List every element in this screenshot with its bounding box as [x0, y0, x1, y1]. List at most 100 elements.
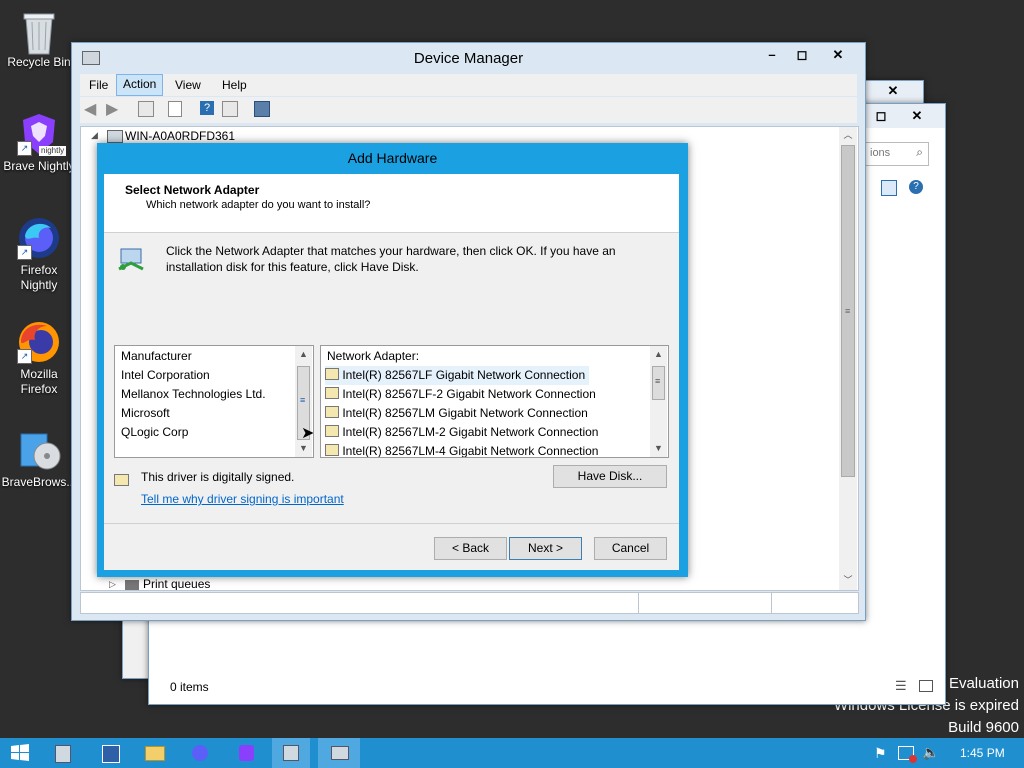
menu-bar: File Action View Help [80, 74, 857, 96]
scroll-down-icon[interactable]: ﹀ [839, 572, 857, 588]
status-bar [80, 592, 859, 614]
add-hardware-taskbar-icon[interactable] [272, 738, 310, 768]
scroll-up-icon[interactable]: ︿ [839, 127, 857, 143]
manufacturer-list[interactable]: Manufacturer Intel Corporation Mellanox … [114, 345, 314, 458]
tree-item-print-queues[interactable]: Print queues [143, 577, 210, 590]
close-icon[interactable]: ✕ [820, 45, 856, 67]
adapter-header: Network Adapter: [327, 349, 420, 363]
shortcut-arrow-icon: ↗ [17, 349, 32, 364]
desktop-icon-firefox-nightly[interactable]: ↗ Firefox Nightly [0, 216, 78, 293]
close-icon[interactable]: ✕ [877, 81, 909, 103]
list-item[interactable]: Intel(R) 82567LM Gigabit Network Connect… [325, 404, 588, 423]
add-hardware-dialog[interactable]: Add Hardware Select Network Adapter Whic… [97, 143, 688, 577]
adapter-scrollbar[interactable]: ▲ ≡ ▼ [650, 346, 667, 457]
close-icon[interactable]: ✕ [901, 106, 933, 128]
volume-muted-icon[interactable]: 🔈 [922, 744, 939, 761]
maximize-icon[interactable]: ◻ [865, 106, 897, 128]
driver-view-icon[interactable] [222, 101, 238, 117]
menu-file[interactable]: File [83, 75, 114, 95]
forward-arrow-icon[interactable]: ▶ [106, 101, 124, 119]
list-item[interactable]: Mellanox Technologies Ltd. [121, 385, 266, 404]
help-icon[interactable]: ? [200, 101, 214, 115]
list-item[interactable]: Microsoft [121, 404, 170, 423]
scroll-down-icon[interactable]: ▼ [650, 440, 667, 456]
dialog-title: Add Hardware [347, 150, 438, 166]
driver-icon [325, 387, 339, 399]
next-button[interactable]: Next > [509, 537, 582, 560]
device-manager-taskbar-icon[interactable] [318, 738, 360, 768]
scan-hardware-icon[interactable] [254, 101, 270, 117]
network-error-icon[interactable] [898, 746, 917, 763]
brave-nightly-taskbar-icon[interactable] [235, 741, 259, 765]
shortcut-arrow-icon: ↗ [17, 141, 32, 156]
scroll-thumb[interactable]: ≡ [652, 366, 665, 400]
desktop-icon-brave-nightly[interactable]: nightly ↗ Brave Nightly [0, 112, 78, 174]
scroll-up-icon[interactable]: ▲ [650, 346, 667, 362]
list-item[interactable]: QLogic Corp [121, 423, 188, 442]
pane-icon[interactable] [881, 180, 897, 196]
back-arrow-icon[interactable]: ◀ [84, 101, 102, 119]
installer-icon [17, 428, 61, 472]
desktop-icon-mozilla-firefox[interactable]: ↗ Mozilla Firefox [0, 320, 78, 397]
printer-icon [125, 580, 139, 590]
tree-scrollbar[interactable]: ︿ ≡ ﹀ [839, 127, 857, 590]
menu-view[interactable]: View [169, 75, 207, 95]
adapter-name: Intel(R) 82567LF-2 Gigabit Network Conne… [342, 387, 596, 401]
menu-action[interactable]: Action [116, 74, 164, 96]
maximize-icon[interactable]: ◻ [786, 45, 818, 67]
list-view-icon[interactable] [168, 101, 182, 117]
menu-help[interactable]: Help [216, 75, 253, 95]
details-view-icon[interactable]: ☰ [895, 678, 907, 694]
items-count: 0 items [170, 680, 209, 694]
driver-icon [325, 425, 339, 437]
desktop-icon-recycle-bin[interactable]: Recycle Bin [0, 8, 78, 70]
help-icon[interactable]: ? [909, 180, 923, 194]
desktop-icon-label: Mozilla Firefox [0, 367, 78, 397]
list-item[interactable]: Intel(R) 82567LM-4 Gigabit Network Conne… [325, 442, 599, 458]
firefox-nightly-taskbar-icon[interactable] [188, 741, 212, 765]
firefox-icon: ↗ [17, 320, 61, 364]
taskbar-clock[interactable]: 1:45 PM [960, 746, 1005, 760]
adapter-name: Intel(R) 82567LM-4 Gigabit Network Conne… [342, 444, 599, 458]
have-disk-button[interactable]: Have Disk... [553, 465, 667, 488]
cancel-button[interactable]: Cancel [594, 537, 667, 560]
start-button[interactable] [8, 741, 32, 765]
dialog-subheading: Which network adapter do you want to ins… [146, 199, 371, 211]
taskbar: ⚑ 🔈 1:45 PM [0, 738, 1024, 768]
mouse-cursor-icon: ➤ [301, 425, 314, 442]
desktop-icon-label: BraveBrows... [1, 475, 77, 489]
tree-root-label[interactable]: WIN-A0A0RDFD361 [125, 129, 235, 143]
scroll-down-icon[interactable]: ▼ [295, 440, 312, 456]
driver-icon [325, 444, 339, 456]
list-item[interactable]: Intel(R) 82567LF-2 Gigabit Network Conne… [325, 385, 596, 404]
desktop-icon-label: Brave Nightly [3, 159, 75, 173]
list-item[interactable]: Intel(R) 82567LM-2 Gigabit Network Conne… [325, 423, 598, 442]
signed-text: This driver is digitally signed. [141, 470, 295, 484]
expand-arrow-icon[interactable]: ▷ [109, 579, 116, 590]
file-explorer-icon[interactable] [142, 741, 166, 765]
nightly-badge: nightly [39, 146, 67, 156]
search-box[interactable]: ions ⌕ [865, 142, 929, 166]
list-item[interactable]: Intel Corporation [121, 366, 210, 385]
minimize-icon[interactable]: – [756, 45, 788, 67]
titlebar[interactable]: Device Manager [72, 43, 865, 73]
back-button[interactable]: < Back [434, 537, 507, 560]
action-center-flag-icon[interactable]: ⚑ [874, 745, 887, 762]
large-icons-view-icon[interactable] [919, 680, 933, 692]
search-icon: ⌕ [916, 145, 923, 159]
driver-signing-link[interactable]: Tell me why driver signing is important [141, 492, 344, 506]
desktop-icon-label-text: Firefox Nightly [20, 263, 58, 292]
scroll-thumb[interactable]: ≡ [841, 145, 855, 477]
driver-icon [325, 368, 339, 380]
desktop-icon-bravebrowser-installer[interactable]: BraveBrows... [0, 428, 78, 490]
network-adapter-list[interactable]: Network Adapter: Intel(R) 82567LF Gigabi… [320, 345, 669, 458]
properties-icon[interactable] [138, 101, 154, 117]
dialog-header: Select Network Adapter Which network ada… [104, 174, 679, 233]
server-manager-icon[interactable] [51, 741, 75, 765]
recycle-bin-icon [17, 8, 61, 55]
scroll-up-icon[interactable]: ▲ [295, 346, 312, 362]
list-item[interactable]: Intel(R) 82567LF Gigabit Network Connect… [325, 366, 590, 385]
signed-driver-icon [114, 474, 129, 486]
collapse-arrow-icon[interactable]: ◢ [91, 130, 98, 141]
powershell-icon[interactable] [98, 741, 122, 765]
